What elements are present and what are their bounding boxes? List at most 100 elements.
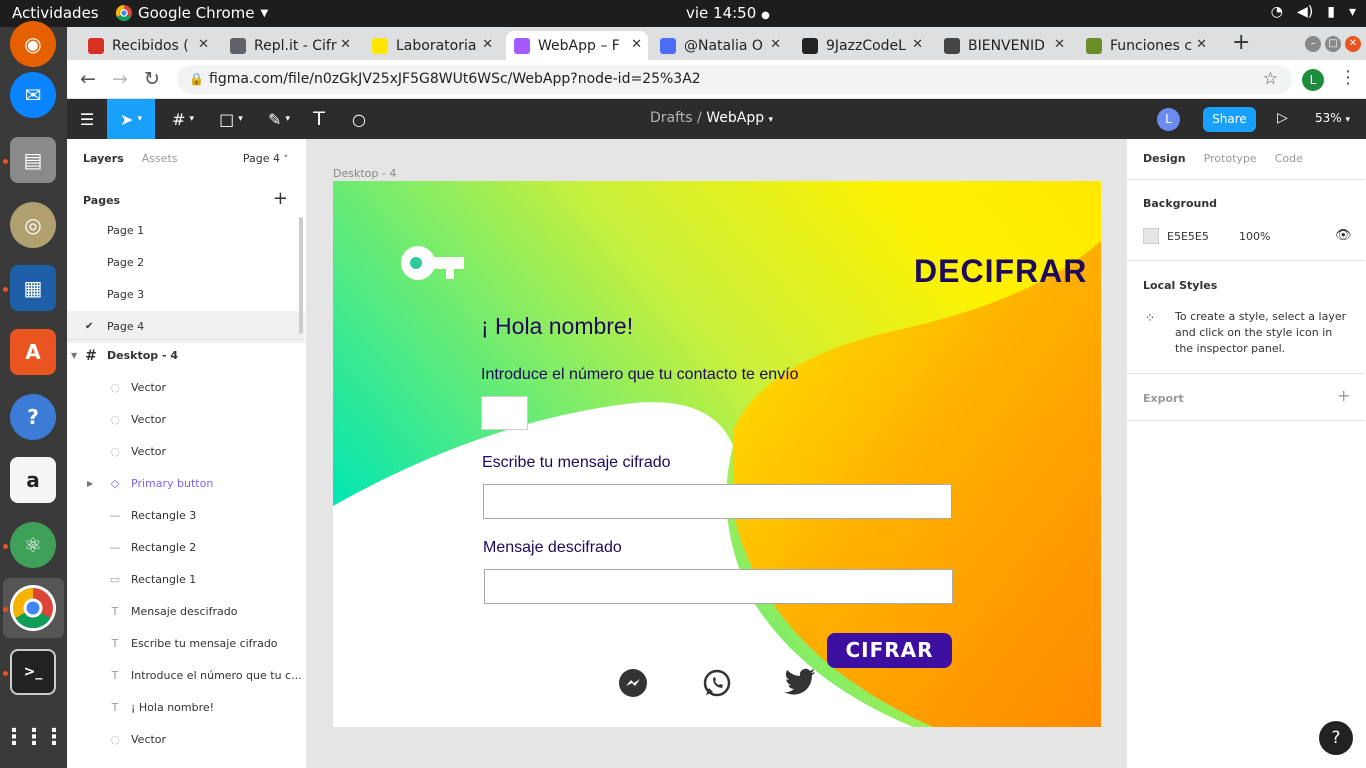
rhythmbox-icon[interactable]: ◎ xyxy=(10,202,56,248)
tab-figma-webapp[interactable]: WebApp – F ✕ xyxy=(506,31,648,60)
layer-row[interactable]: T Mensaje descifrado xyxy=(67,596,305,628)
eye-icon[interactable]: 👁 xyxy=(1335,228,1352,243)
menu-icon[interactable]: ⋮ xyxy=(1339,67,1357,88)
help-button[interactable]: ? xyxy=(1319,721,1353,755)
shape-tool-icon[interactable]: □ ▾ xyxy=(211,99,251,139)
cipher-message-input[interactable] xyxy=(483,484,952,519)
tab-github[interactable]: 9JazzCodeL ✕ xyxy=(794,31,929,60)
atom-icon[interactable]: ⚛ xyxy=(10,522,56,568)
activities-button[interactable]: Actividades xyxy=(12,4,99,22)
pages-scrollbar[interactable] xyxy=(299,217,303,334)
frame-label[interactable]: Desktop - 4 xyxy=(333,167,396,180)
close-icon[interactable]: ✕ xyxy=(770,37,781,52)
close-icon[interactable]: ✕ xyxy=(482,37,493,52)
system-tray[interactable]: ◔ ◀) ▮ ▾ xyxy=(1271,4,1356,20)
background-hex-input[interactable]: E5E5E5 xyxy=(1167,230,1209,243)
software-center-icon[interactable]: A xyxy=(10,329,56,375)
close-icon[interactable]: ✕ xyxy=(631,37,642,52)
thunderbird-icon[interactable]: ✉ xyxy=(10,72,56,118)
layer-row[interactable]: ◌ Vector xyxy=(67,436,305,468)
canvas[interactable]: Desktop - 4 DECIFRAR ¡ Hola nombre! Intr… xyxy=(307,139,1126,768)
move-tool-icon[interactable]: ➤ ▾ xyxy=(107,99,155,139)
minimize-icon[interactable]: – xyxy=(1305,36,1321,52)
add-export-icon[interactable]: + xyxy=(1337,386,1350,405)
close-icon[interactable]: ✕ xyxy=(198,37,209,52)
show-apps-icon[interactable]: ⋮⋮⋮ xyxy=(3,714,65,760)
main-menu-icon[interactable]: ☰ xyxy=(75,99,99,139)
background-swatch[interactable] xyxy=(1143,228,1159,244)
page-item[interactable]: Page 1 xyxy=(67,215,305,247)
present-play-icon[interactable]: ▷ xyxy=(1277,110,1288,126)
tab-replit[interactable]: Repl.it - Cifr ✕ xyxy=(222,31,357,60)
back-icon[interactable]: ← xyxy=(80,68,96,90)
design-panel: Design Prototype Code Background E5E5E5 10… xyxy=(1126,139,1366,768)
close-icon[interactable]: ✕ xyxy=(912,37,923,52)
twitter-icon[interactable] xyxy=(784,668,816,696)
desktop-frame[interactable]: DECIFRAR ¡ Hola nombre! Introduce el núm… xyxy=(333,181,1101,727)
page-item[interactable]: Page 3 xyxy=(67,279,305,311)
layer-row[interactable]: T Introduce el número que tu c... xyxy=(67,660,305,692)
background-opacity-input[interactable]: 100% xyxy=(1239,230,1270,243)
address-bar[interactable]: 🔒 figma.com/file/n0zGkJV25xJF5G8WUt6WSc/… xyxy=(177,65,1292,94)
text-tool-icon[interactable]: T xyxy=(307,99,331,139)
close-icon[interactable]: ✕ xyxy=(1054,37,1065,52)
maximize-icon[interactable]: □ xyxy=(1325,36,1341,52)
writer-icon[interactable]: ▦ xyxy=(10,265,56,311)
chevron-down-icon[interactable]: ▾ xyxy=(769,115,774,125)
file-name[interactable]: WebApp xyxy=(706,110,764,126)
firefox-icon[interactable]: ◉ xyxy=(10,21,56,67)
pen-tool-icon[interactable]: ✎ ▾ xyxy=(259,99,299,139)
help-icon[interactable]: ? xyxy=(10,394,56,440)
layer-frame[interactable]: ▼ # Desktop - 4 xyxy=(67,340,305,372)
reload-icon[interactable]: ↻ xyxy=(144,68,160,90)
cifrar-button[interactable]: CIFRAR xyxy=(827,633,952,668)
clock[interactable]: vie 14:50 ● xyxy=(686,4,770,22)
layer-row[interactable]: T Escribe tu mensaje cifrado xyxy=(67,628,305,660)
tab-laboratoria[interactable]: Laboratoria ✕ xyxy=(364,31,499,60)
new-tab-icon[interactable]: + xyxy=(1232,30,1250,55)
tab-funciones[interactable]: Funciones c ✕ xyxy=(1078,31,1213,60)
terminal-icon[interactable]: >_ xyxy=(10,649,56,695)
zoom-control[interactable]: 53% ▾ xyxy=(1315,111,1350,125)
chrome-dock-icon[interactable] xyxy=(10,585,56,631)
page-item[interactable]: Page 2 xyxy=(67,247,305,279)
layer-row[interactable]: T ¡ Hola nombre! xyxy=(67,692,305,724)
forward-icon[interactable]: → xyxy=(112,68,128,90)
whatsapp-icon[interactable] xyxy=(702,668,732,698)
decoded-message-box[interactable] xyxy=(484,569,953,604)
tab-prototype[interactable]: Prototype xyxy=(1204,152,1257,165)
layer-row[interactable]: — Rectangle 3 xyxy=(67,500,305,532)
layer-row[interactable]: ◌ Vector xyxy=(67,724,305,756)
close-icon[interactable]: ✕ xyxy=(340,37,351,52)
layer-row[interactable]: ▭ Rectangle 1 xyxy=(67,564,305,596)
files-icon[interactable]: ▤ xyxy=(10,137,56,183)
tab-design[interactable]: Design xyxy=(1143,152,1186,165)
frame-tool-icon[interactable]: # ▾ xyxy=(163,99,203,139)
close-window-icon[interactable]: ✕ xyxy=(1345,36,1361,52)
number-input[interactable] xyxy=(481,396,528,430)
expand-arrow-icon[interactable]: ▼ xyxy=(71,340,77,372)
amazon-icon[interactable]: a xyxy=(10,457,56,503)
page-selector[interactable]: Page 4 ˄ xyxy=(243,152,288,165)
tab-layers[interactable]: Layers xyxy=(83,152,124,165)
layer-row[interactable]: — Rectangle 2 xyxy=(67,532,305,564)
tab-assets[interactable]: Assets xyxy=(142,152,178,165)
app-menu[interactable]: Google Chrome ▼ xyxy=(116,4,268,22)
breadcrumb-drafts[interactable]: Drafts xyxy=(650,110,693,126)
share-button[interactable]: Share xyxy=(1203,107,1256,132)
profile-avatar[interactable]: L xyxy=(1302,69,1324,91)
tab-natalia[interactable]: @Natalia O ✕ xyxy=(652,31,787,60)
messenger-icon[interactable] xyxy=(618,668,648,698)
layer-row[interactable]: ◌ Vector xyxy=(67,372,305,404)
tab-code[interactable]: Code xyxy=(1275,152,1303,165)
bookmark-star-icon[interactable]: ☆ xyxy=(1263,65,1278,94)
tab-gmail[interactable]: Recibidos (✕ xyxy=(80,31,215,60)
add-page-icon[interactable]: + xyxy=(273,188,288,209)
layer-row[interactable]: ◌ Vector xyxy=(67,404,305,436)
expand-arrow-icon[interactable]: ▶ xyxy=(87,468,93,500)
comment-tool-icon[interactable]: ○ xyxy=(347,99,371,139)
close-icon[interactable]: ✕ xyxy=(1196,37,1207,52)
user-avatar[interactable]: L xyxy=(1157,108,1180,131)
tab-bienvenida[interactable]: BIENVENID ✕ xyxy=(936,31,1071,60)
layer-row-component[interactable]: ▶ ◇ Primary button xyxy=(67,468,305,500)
